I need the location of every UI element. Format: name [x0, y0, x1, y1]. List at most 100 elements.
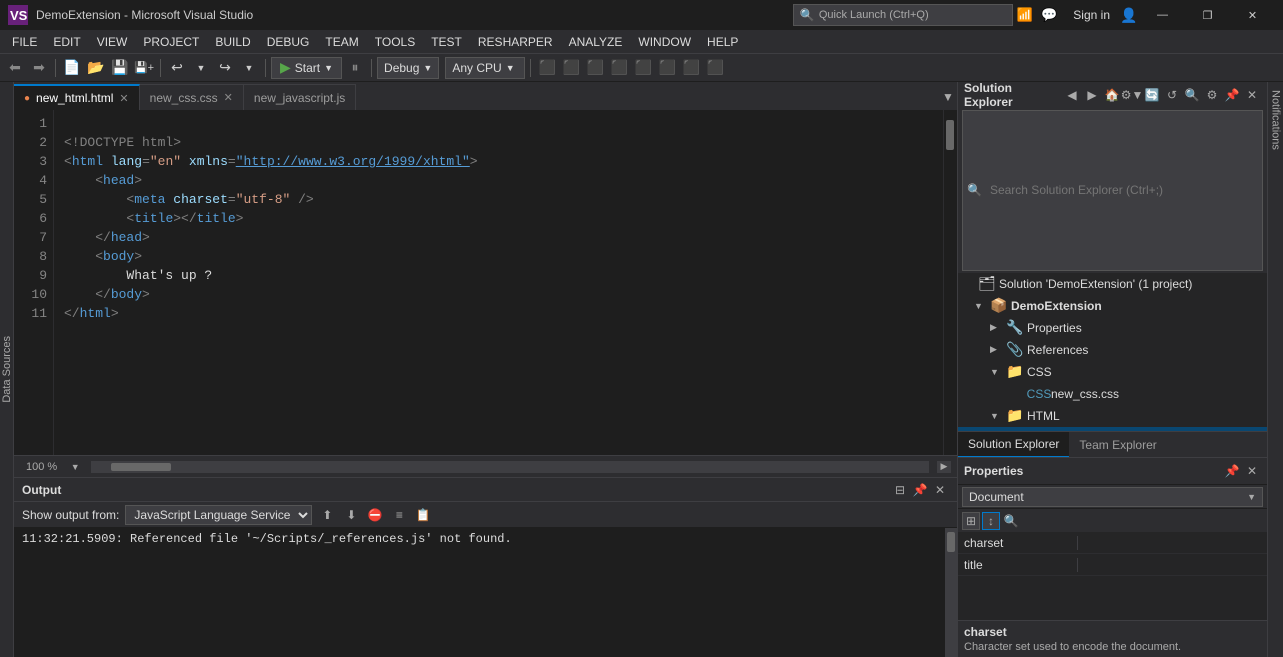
tb-misc7[interactable]: ⬛	[680, 57, 702, 79]
tb-pause-btn[interactable]: ⏸	[344, 57, 366, 79]
close-btn[interactable]: ✕	[1230, 0, 1275, 30]
tree-css-folder[interactable]: ▼ 📁 CSS	[958, 361, 1267, 383]
tab-new-html[interactable]: ● new_html.html ✕	[14, 84, 140, 110]
output-vscroll[interactable]	[945, 528, 957, 657]
menu-team[interactable]: TEAM	[317, 30, 366, 54]
prop-pin-btn[interactable]: 📌	[1223, 462, 1241, 480]
tb-open-btn[interactable]: 📂	[85, 57, 107, 79]
tree-html-folder[interactable]: ▼ 📁 HTML	[958, 405, 1267, 427]
tb-forward-btn[interactable]: ➡	[28, 57, 50, 79]
tab-html-close[interactable]: ✕	[119, 92, 128, 105]
tb-redo-dropdown[interactable]: ▼	[238, 57, 260, 79]
vscroll-thumb-editor[interactable]	[946, 120, 954, 150]
editor-right-margin	[943, 110, 957, 455]
se-pin-btn[interactable]: 📌	[1223, 86, 1241, 104]
se-refresh-btn[interactable]: ↺	[1163, 86, 1181, 104]
data-sources-label: Data Sources	[1, 336, 13, 403]
tb-undo-btn[interactable]: ↩	[166, 57, 188, 79]
tb-misc8[interactable]: ⬛	[704, 57, 726, 79]
tree-references[interactable]: ▶ 📎 References	[958, 339, 1267, 361]
margin-vscroll[interactable]	[944, 110, 956, 455]
se-tab-solution-explorer[interactable]: Solution Explorer	[958, 432, 1069, 458]
se-filter-btn[interactable]: 🔍	[1183, 86, 1201, 104]
tb-undo-dropdown[interactable]: ▼	[190, 57, 212, 79]
tb-misc5[interactable]: ⬛	[632, 57, 654, 79]
prop-icon-grid-btn[interactable]: ⊞	[962, 512, 980, 530]
se-refresh-menu[interactable]: ⚙▼	[1123, 86, 1141, 104]
menu-test[interactable]: TEST	[423, 30, 470, 54]
hscroll-bar[interactable]	[91, 461, 929, 473]
prop-icon-search-btn[interactable]: 🔍	[1002, 512, 1020, 530]
tb-redo-btn[interactable]: ↪	[214, 57, 236, 79]
prop-row-charset[interactable]: charset	[958, 532, 1267, 554]
tb-back-btn[interactable]: ⬅	[4, 57, 26, 79]
hscroll-right-btn[interactable]: ▶	[937, 461, 951, 473]
menu-debug[interactable]: DEBUG	[259, 30, 318, 54]
account-icon[interactable]: 👤	[1118, 0, 1140, 30]
prop-icon-sort-btn[interactable]: ↕	[982, 512, 1000, 530]
output-tb-btn1[interactable]: ⬆	[318, 506, 336, 524]
debug-dropdown[interactable]: Debug ▼	[377, 57, 439, 79]
se-close-btn[interactable]: ✕	[1243, 86, 1261, 104]
tb-misc1[interactable]: ⬛	[536, 57, 558, 79]
sign-in-btn[interactable]: Sign in	[1065, 8, 1118, 22]
menu-project[interactable]: PROJECT	[135, 30, 207, 54]
quick-launch-box[interactable]: 🔍 Quick Launch (Ctrl+Q)	[793, 4, 1013, 26]
menu-analyze[interactable]: ANALYZE	[561, 30, 631, 54]
se-options-btn[interactable]: ⚙	[1203, 86, 1221, 104]
se-forward-btn[interactable]: ▶	[1083, 86, 1101, 104]
zoom-dropdown[interactable]: ▼	[67, 459, 83, 475]
restore-btn[interactable]: ❐	[1185, 0, 1230, 30]
tree-css-file[interactable]: CSS new_css.css	[958, 383, 1267, 405]
tb-new-btn[interactable]: 📄	[61, 57, 83, 79]
tb-misc3[interactable]: ⬛	[584, 57, 606, 79]
hscroll-thumb[interactable]	[111, 463, 171, 471]
tb-misc2[interactable]: ⬛	[560, 57, 582, 79]
output-expand-btn[interactable]: ⊟	[891, 481, 909, 499]
menu-file[interactable]: FILE	[4, 30, 45, 54]
menu-view[interactable]: VIEW	[89, 30, 136, 54]
output-source-select[interactable]: JavaScript Language Service	[125, 505, 312, 525]
output-tb-btn3[interactable]: ⛔	[366, 506, 384, 524]
prop-close-btn[interactable]: ✕	[1243, 462, 1261, 480]
tab-css-close[interactable]: ✕	[224, 91, 233, 104]
tb-saveall-btn[interactable]: 💾+	[133, 57, 155, 79]
output-vscroll-thumb[interactable]	[947, 532, 955, 552]
tree-project[interactable]: ▼ 📦 DemoExtension	[958, 295, 1267, 317]
line-num-11: 11	[14, 304, 47, 323]
se-search-input[interactable]	[986, 183, 1262, 197]
notifications-tab[interactable]: Notifications	[1268, 82, 1283, 158]
tb-misc4[interactable]: ⬛	[608, 57, 630, 79]
minimize-btn[interactable]: —	[1140, 0, 1185, 30]
se-back-btn[interactable]: ◀	[1063, 86, 1081, 104]
tab-new-js[interactable]: new_javascript.js	[244, 84, 356, 110]
toolbar: ⬅ ➡ 📄 📂 💾 💾+ ↩ ▼ ↪ ▼ ▶ Start ▼ ⏸ Debug ▼…	[0, 54, 1283, 82]
output-pin-btn[interactable]: 📌	[911, 481, 929, 499]
se-search-box[interactable]: 🔍	[962, 110, 1263, 271]
menu-window[interactable]: WINDOW	[630, 30, 699, 54]
menu-edit[interactable]: EDIT	[45, 30, 88, 54]
menu-tools[interactable]: TOOLS	[367, 30, 423, 54]
se-tab-team-explorer[interactable]: Team Explorer	[1069, 432, 1166, 458]
output-controls: ⊟ 📌 ✕	[891, 481, 949, 499]
se-sync-btn[interactable]: 🔄	[1143, 86, 1161, 104]
tab-new-css[interactable]: new_css.css ✕	[140, 84, 244, 110]
menu-help[interactable]: HELP	[699, 30, 746, 54]
tree-solution[interactable]: 🗂 Solution 'DemoExtension' (1 project)	[958, 273, 1267, 295]
start-btn[interactable]: ▶ Start ▼	[271, 57, 342, 79]
cpu-dropdown[interactable]: Any CPU ▼	[445, 57, 525, 79]
output-tb-btn2[interactable]: ⬇	[342, 506, 360, 524]
prop-row-title[interactable]: title	[958, 554, 1267, 576]
output-tb-btn4[interactable]: ≡	[390, 506, 408, 524]
output-close-btn[interactable]: ✕	[931, 481, 949, 499]
output-tb-btn5[interactable]: 📋	[414, 506, 432, 524]
menu-build[interactable]: BUILD	[207, 30, 258, 54]
se-home-btn[interactable]: 🏠	[1103, 86, 1121, 104]
menu-resharper[interactable]: RESHARPER	[470, 30, 561, 54]
tab-dropdown-btn[interactable]: ▼	[939, 84, 957, 110]
code-editor[interactable]: <!DOCTYPE html> <html lang="en" xmlns="h…	[54, 110, 943, 455]
tree-properties[interactable]: ▶ 🔧 Properties	[958, 317, 1267, 339]
tb-misc6[interactable]: ⬛	[656, 57, 678, 79]
tb-save-btn[interactable]: 💾	[109, 57, 131, 79]
prop-doc-select[interactable]: Document ▼	[962, 487, 1263, 507]
